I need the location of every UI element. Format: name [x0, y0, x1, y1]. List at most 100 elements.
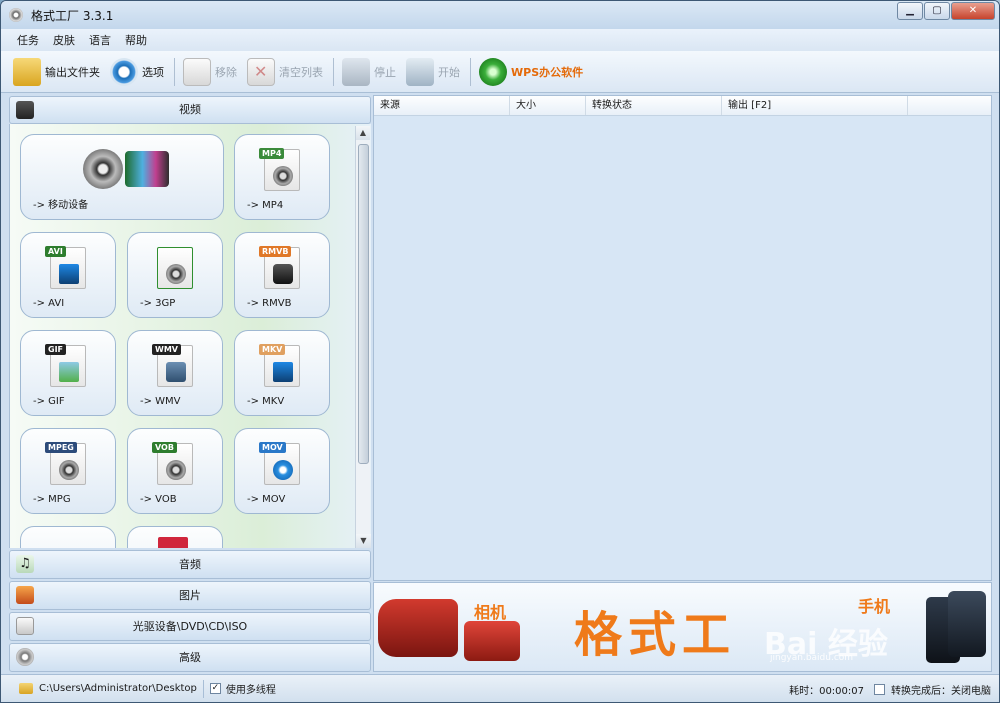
format-badge: MPEG — [45, 442, 77, 453]
tile-rmvb[interactable]: RMVB -> RMVB — [234, 232, 330, 318]
toolbar-divider — [174, 57, 175, 86]
mp4-file-icon: MP4 — [259, 148, 300, 191]
stop-button[interactable]: 停止 — [342, 55, 396, 89]
toolbar-divider — [333, 57, 334, 86]
watermark-url: jingyan.baidu.com — [770, 653, 854, 663]
wps-label: WPS办公软件 — [511, 65, 584, 79]
status-bar: C:\Users\Administrator\Desktop ✓ 使用多线程 耗… — [1, 674, 999, 702]
avi-file-icon: AVI — [45, 246, 86, 289]
format-badge: AVI — [45, 246, 66, 257]
tile-wmv[interactable]: WMV -> WMV — [127, 330, 223, 416]
clear-list-button[interactable]: 清空列表 — [247, 55, 323, 89]
tile-label: -> MPG — [33, 494, 71, 505]
tile-label: -> GIF — [33, 396, 65, 407]
remove-button[interactable]: 移除 — [183, 55, 237, 89]
toolbar-divider — [470, 57, 471, 86]
tile-mp4[interactable]: MP4 -> MP4 — [234, 134, 330, 220]
format-badge: GIF — [45, 344, 67, 355]
category-panel: 视频 -> 移动设备 MP4 -> MP4 AVI -> AVI -> 3GP — [9, 96, 371, 673]
format-badge: RMVB — [259, 246, 292, 257]
format-badge: MOV — [259, 442, 286, 453]
start-label: 开始 — [438, 65, 460, 79]
options-button[interactable]: 选项 — [110, 55, 164, 89]
gear-icon — [16, 648, 34, 666]
camera-label: 相机 — [474, 603, 507, 622]
tile-mobile-device[interactable]: -> 移动设备 — [20, 134, 224, 220]
status-divider — [202, 679, 204, 698]
tile-mpg[interactable]: MPEG -> MPG — [20, 428, 116, 514]
music-note-icon: ♫ — [16, 555, 34, 573]
clear-list-label: 清空列表 — [279, 65, 323, 79]
3gp-file-icon — [157, 247, 193, 289]
menu-skin[interactable]: 皮肤 — [53, 32, 75, 48]
phone-label: 手机 — [858, 597, 891, 616]
category-image-header[interactable]: 图片 — [9, 581, 371, 610]
title-bar: 格式工厂 3.3.1 ▁ ▢ ✕ — [1, 1, 999, 29]
output-path[interactable]: C:\Users\Administrator\Desktop — [39, 683, 197, 694]
category-audio-label: 音频 — [179, 558, 201, 571]
column-output[interactable]: 输出 [F2] — [722, 96, 908, 115]
menu-task[interactable]: 任务 — [17, 32, 39, 48]
output-folder-button[interactable]: 输出文件夹 — [13, 55, 100, 89]
category-rom-header[interactable]: 光驱设备\DVD\CD\ISO — [9, 612, 371, 641]
remove-label: 移除 — [215, 65, 237, 79]
menu-help[interactable]: 帮助 — [125, 32, 147, 48]
tile-mov[interactable]: MOV -> MOV — [234, 428, 330, 514]
scroll-thumb[interactable] — [358, 144, 369, 464]
multithread-checkbox[interactable]: ✓ — [209, 683, 221, 694]
tile-label: -> 3GP — [140, 298, 176, 309]
tile-label: -> WMV — [140, 396, 181, 407]
banner-title: 格式工 — [574, 607, 737, 663]
smartphone-icon — [948, 591, 986, 657]
category-audio-header[interactable]: ♫ 音频 — [9, 550, 371, 579]
tile-3gp[interactable]: -> 3GP — [127, 232, 223, 318]
category-image-label: 图片 — [179, 589, 201, 602]
video-format-grid: -> 移动设备 MP4 -> MP4 AVI -> AVI -> 3GP RMV… — [9, 124, 371, 548]
tile-partial[interactable] — [20, 526, 116, 548]
maximize-button[interactable]: ▢ — [924, 2, 950, 20]
tile-vob[interactable]: VOB -> VOB — [127, 428, 223, 514]
digital-camera-icon — [464, 621, 520, 661]
tile-gif[interactable]: GIF -> GIF — [20, 330, 116, 416]
category-list: ♫ 音频 图片 光驱设备\DVD\CD\ISO 高级 — [9, 550, 371, 674]
column-source[interactable]: 来源 — [374, 96, 510, 115]
category-video-label: 视频 — [179, 103, 201, 116]
task-list-panel[interactable]: 来源 大小 转换状态 输出 [F2] — [373, 95, 992, 581]
close-button[interactable]: ✕ — [951, 2, 995, 20]
minimize-button[interactable]: ▁ — [897, 2, 923, 20]
scroll-down-arrow-icon[interactable]: ▼ — [356, 534, 371, 548]
disc-drive-icon — [16, 617, 34, 635]
stop-icon — [342, 57, 370, 86]
category-video-header[interactable]: 视频 — [9, 96, 371, 124]
phones-icon — [125, 151, 169, 187]
window-title: 格式工厂 3.3.1 — [31, 8, 114, 23]
category-advanced-header[interactable]: 高级 — [9, 643, 371, 672]
column-status[interactable]: 转换状态 — [586, 96, 722, 115]
tile-avi[interactable]: AVI -> AVI — [20, 232, 116, 318]
scroll-up-arrow-icon[interactable]: ▲ — [356, 126, 370, 140]
tile-label: -> MP4 — [247, 200, 284, 211]
grid-scrollbar[interactable]: ▲ ▼ — [355, 126, 371, 548]
tile-partial[interactable] — [127, 526, 223, 548]
category-advanced-label: 高级 — [179, 651, 201, 664]
wps-office-button[interactable]: WPS办公软件 — [479, 55, 583, 89]
promo-banner: 相机 格式工 手机 Bai 经验 jingyan.baidu.com — [373, 582, 992, 672]
column-size[interactable]: 大小 — [510, 96, 586, 115]
tile-mkv[interactable]: MKV -> MKV — [234, 330, 330, 416]
column-filler — [908, 96, 991, 115]
task-table-header: 来源 大小 转换状态 输出 [F2] — [374, 96, 991, 116]
wps-logo-icon — [479, 57, 507, 86]
after-convert-label: 转换完成后：关闭电脑 — [891, 685, 991, 697]
folder-icon — [13, 57, 41, 86]
file-icon — [158, 537, 188, 548]
menu-bar: 任务 皮肤 语言 帮助 — [1, 29, 999, 51]
start-icon — [406, 57, 434, 86]
picture-icon — [16, 586, 34, 604]
options-icon — [110, 57, 138, 86]
stop-label: 停止 — [374, 65, 396, 79]
menu-language[interactable]: 语言 — [89, 32, 111, 48]
after-convert-checkbox[interactable] — [874, 683, 885, 695]
format-badge: MP4 — [259, 148, 285, 159]
start-button[interactable]: 开始 — [406, 55, 460, 89]
gif-file-icon: GIF — [45, 344, 86, 387]
